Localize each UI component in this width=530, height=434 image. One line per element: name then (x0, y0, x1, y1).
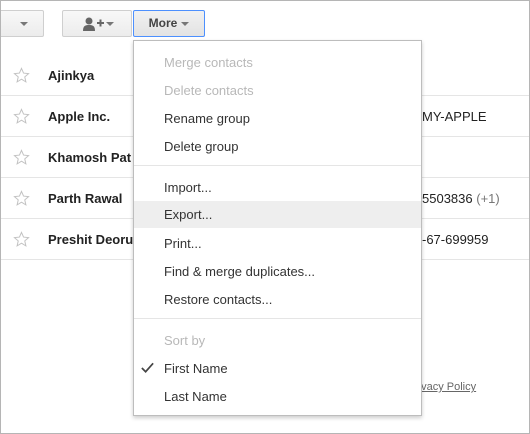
menu-item-import[interactable]: Import... (134, 174, 421, 201)
more-button-label: More (148, 16, 178, 30)
menu-item-export[interactable]: Export... (134, 201, 421, 228)
chevron-down-icon (20, 22, 28, 26)
contact-phone: 5503836 (+1) (422, 178, 500, 219)
star-icon[interactable] (13, 231, 30, 248)
contact-phone-country: (+1) (472, 191, 500, 206)
contact-detail: MY-APPLE (422, 109, 487, 124)
star-icon[interactable] (13, 190, 30, 207)
menu-item-merge-contacts: Merge contacts (164, 55, 253, 70)
menu-divider (134, 165, 421, 166)
chevron-down-icon (181, 21, 190, 26)
menu-item-delete-group[interactable]: Delete group (134, 133, 421, 160)
menu-item-restore-contacts[interactable]: Restore contacts... (134, 286, 421, 313)
contacts-window: More Ajinkya Apple Inc. MY-APPLE Khamosh… (0, 0, 530, 434)
contact-name: Preshit Deoru (48, 232, 134, 247)
star-icon[interactable] (13, 149, 30, 166)
contact-name: Apple Inc. (48, 109, 111, 124)
contact-name: Khamosh Pat (48, 150, 132, 165)
contact-phone-number: 5503836 (422, 191, 473, 206)
add-person-icon (83, 17, 104, 31)
star-icon[interactable] (13, 67, 30, 84)
checkmark-icon (141, 362, 154, 373)
menu-item-sort-last-name[interactable]: Last Name (134, 383, 421, 410)
select-checkbox-button[interactable] (1, 10, 44, 37)
add-to-group-button[interactable] (62, 10, 132, 37)
privacy-policy-link[interactable]: rivacy Policy (415, 381, 476, 393)
menu-item-sort-first-name[interactable]: First Name (134, 355, 421, 382)
menu-item-rename-group[interactable]: Rename group (134, 105, 421, 132)
contact-name: Parth Rawal (48, 191, 123, 206)
star-icon[interactable] (13, 108, 30, 125)
contact-detail: -67-699959 (422, 232, 489, 247)
menu-item-label: First Name (164, 361, 228, 376)
chevron-down-icon (106, 22, 114, 26)
menu-divider (134, 318, 421, 319)
menu-item-print[interactable]: Print... (134, 230, 421, 257)
contact-name: Ajinkya (48, 68, 95, 83)
more-dropdown-menu: Merge contacts Delete contacts Rename gr… (133, 40, 422, 416)
more-button[interactable]: More (133, 10, 205, 37)
menu-sort-by-heading: Sort by (164, 333, 206, 348)
menu-item-delete-contacts: Delete contacts (164, 83, 254, 98)
menu-item-find-merge-duplicates[interactable]: Find & merge duplicates... (134, 258, 421, 285)
